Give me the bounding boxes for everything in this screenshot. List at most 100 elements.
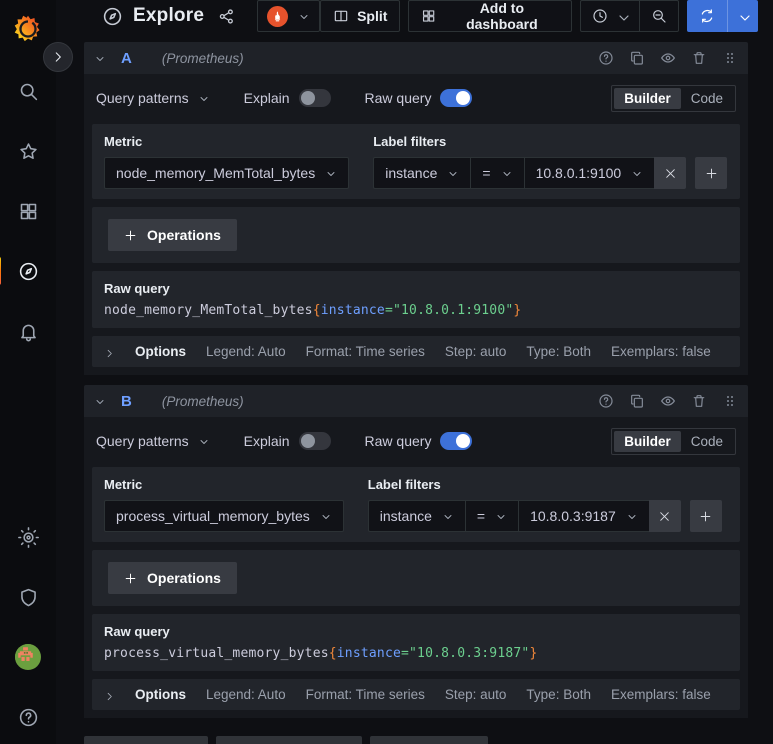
filter-value-select[interactable]: 10.8.0.3:9187	[518, 500, 649, 532]
query-ref-id: B	[121, 392, 132, 410]
zoom-out-time-button[interactable]	[639, 1, 678, 31]
explain-label: Explain	[243, 433, 290, 449]
starred-icon[interactable]	[8, 134, 48, 168]
options-collapsed-row[interactable]: Options Legend: Auto Format: Time series…	[92, 679, 740, 710]
add-query-button[interactable]: Add query	[84, 736, 209, 744]
run-query-options-button[interactable]	[727, 0, 758, 32]
filter-operator-select[interactable]: =	[470, 157, 524, 189]
duplicate-query-icon[interactable]	[629, 50, 645, 66]
filter-operator-value: =	[482, 165, 491, 181]
collapse-chevron-icon[interactable]	[94, 52, 106, 64]
add-filter-button[interactable]	[689, 500, 722, 532]
filter-label-select[interactable]: instance	[367, 500, 465, 532]
time-picker-button[interactable]	[581, 1, 639, 31]
raw-query-toggle-wrap: Raw query	[365, 89, 473, 107]
operations-label: Operations	[147, 570, 221, 586]
raw-label-token: instance	[320, 303, 385, 318]
sidebar-expand-button[interactable]	[43, 42, 73, 72]
query-patterns-dropdown[interactable]: Query patterns	[96, 90, 210, 106]
raw-query-toggle[interactable]	[440, 432, 473, 450]
raw-query-label: Raw query	[364, 90, 432, 106]
disable-query-eye-icon[interactable]	[660, 393, 676, 409]
option-format: Format: Time series	[305, 687, 425, 702]
query-history-button[interactable]: Query history	[216, 736, 363, 744]
split-label: Split	[357, 8, 388, 24]
explain-toggle-wrap: Explain	[244, 89, 331, 107]
plus-icon	[700, 511, 711, 521]
metric-value: process_virtual_memory_bytes	[116, 508, 310, 524]
add-to-dashboard-button[interactable]: Add to dashboard	[408, 0, 572, 32]
share-icon[interactable]	[218, 8, 235, 25]
explain-toggle[interactable]	[298, 432, 331, 450]
chevron-right-icon	[104, 346, 115, 358]
option-legend: Legend: Auto	[206, 344, 286, 359]
query-a-header[interactable]: A (Prometheus)	[84, 42, 748, 74]
configuration-gear-icon[interactable]	[8, 520, 48, 554]
help-icon[interactable]	[8, 700, 48, 734]
duplicate-query-icon[interactable]	[629, 393, 645, 409]
remove-query-trash-icon[interactable]	[691, 393, 707, 409]
query-datasource-hint: (Prometheus)	[161, 393, 244, 409]
dashboards-icon[interactable]	[8, 194, 48, 228]
explain-toggle[interactable]	[298, 89, 331, 107]
explain-toggle-wrap: Explain	[244, 432, 331, 450]
query-patterns-dropdown[interactable]: Query patterns	[96, 433, 210, 449]
filter-operator-select[interactable]: =	[464, 500, 519, 532]
add-operation-button[interactable]: Operations	[108, 562, 237, 594]
search-icon[interactable]	[8, 74, 48, 108]
avatar-image	[15, 644, 41, 670]
inspector-button[interactable]: Inspector	[370, 736, 489, 744]
chevron-down-icon	[447, 167, 459, 179]
builder-mode-button[interactable]: Builder	[614, 87, 681, 109]
raw-equals-token: =	[401, 646, 410, 661]
builder-mode-button[interactable]: Builder	[614, 430, 681, 452]
explain-label: Explain	[243, 90, 290, 106]
code-mode-button[interactable]: Code	[681, 431, 733, 452]
options-collapsed-row[interactable]: Options Legend: Auto Format: Time series…	[92, 336, 740, 367]
label-filters-label: Label filters	[367, 477, 441, 492]
add-filter-button[interactable]	[695, 157, 728, 189]
editor-mode-switch: Builder Code	[611, 427, 736, 455]
option-exemplars: Exemplars: false	[610, 344, 711, 359]
filter-label-select[interactable]: instance	[373, 157, 471, 189]
drag-handle-icon[interactable]	[722, 50, 738, 66]
metric-select[interactable]: process_virtual_memory_bytes	[104, 500, 344, 532]
topbar-left: Explore	[102, 0, 321, 32]
run-query-button[interactable]	[687, 0, 727, 32]
alerting-bell-icon[interactable]	[8, 314, 48, 348]
datasource-picker[interactable]	[257, 0, 321, 32]
filter-value-select[interactable]: 10.8.0.1:9100	[523, 157, 655, 189]
query-b-header[interactable]: B (Prometheus)	[84, 385, 748, 417]
explore-compass-icon	[102, 6, 123, 27]
option-legend: Legend: Auto	[206, 687, 286, 702]
topbar-right: Split Add to dashboard	[320, 0, 758, 32]
clock-icon	[593, 9, 607, 23]
grafana-logo-icon[interactable]	[13, 14, 43, 44]
code-mode-button[interactable]: Code	[681, 88, 733, 109]
help-circle-icon[interactable]	[598, 393, 614, 409]
remove-query-trash-icon[interactable]	[691, 50, 707, 66]
filter-value: 10.8.0.1:9100	[535, 165, 622, 181]
user-avatar[interactable]	[8, 640, 48, 674]
raw-query-toggle[interactable]	[440, 89, 473, 107]
server-admin-shield-icon[interactable]	[8, 580, 48, 614]
grafana-explore-app: Explore Split Add to dashboard A (Promet…	[0, 0, 773, 744]
chevron-down-icon	[501, 167, 513, 179]
option-exemplars: Exemplars: false	[610, 687, 711, 702]
add-operation-button[interactable]: Operations	[108, 219, 237, 251]
label-filters-field: Label filters instance =	[373, 134, 728, 189]
drag-handle-icon[interactable]	[722, 393, 738, 409]
collapse-chevron-icon[interactable]	[94, 395, 106, 407]
metric-select[interactable]: node_memory_MemTotal_bytes	[104, 157, 350, 189]
explore-icon[interactable]	[0, 254, 48, 288]
options-title: Options	[135, 344, 186, 359]
disable-query-eye-icon[interactable]	[660, 50, 676, 66]
remove-filter-button[interactable]	[654, 157, 687, 189]
help-circle-icon[interactable]	[598, 50, 614, 66]
remove-filter-button[interactable]	[648, 500, 681, 532]
metric-value: node_memory_MemTotal_bytes	[116, 165, 316, 181]
split-button[interactable]: Split	[320, 0, 401, 32]
raw-query-code: process_virtual_memory_bytes{instance="1…	[104, 646, 728, 661]
raw-metric-token: node_memory_MemTotal_bytes	[104, 303, 313, 318]
raw-value-token: "10.8.0.3:9187"	[409, 646, 530, 661]
